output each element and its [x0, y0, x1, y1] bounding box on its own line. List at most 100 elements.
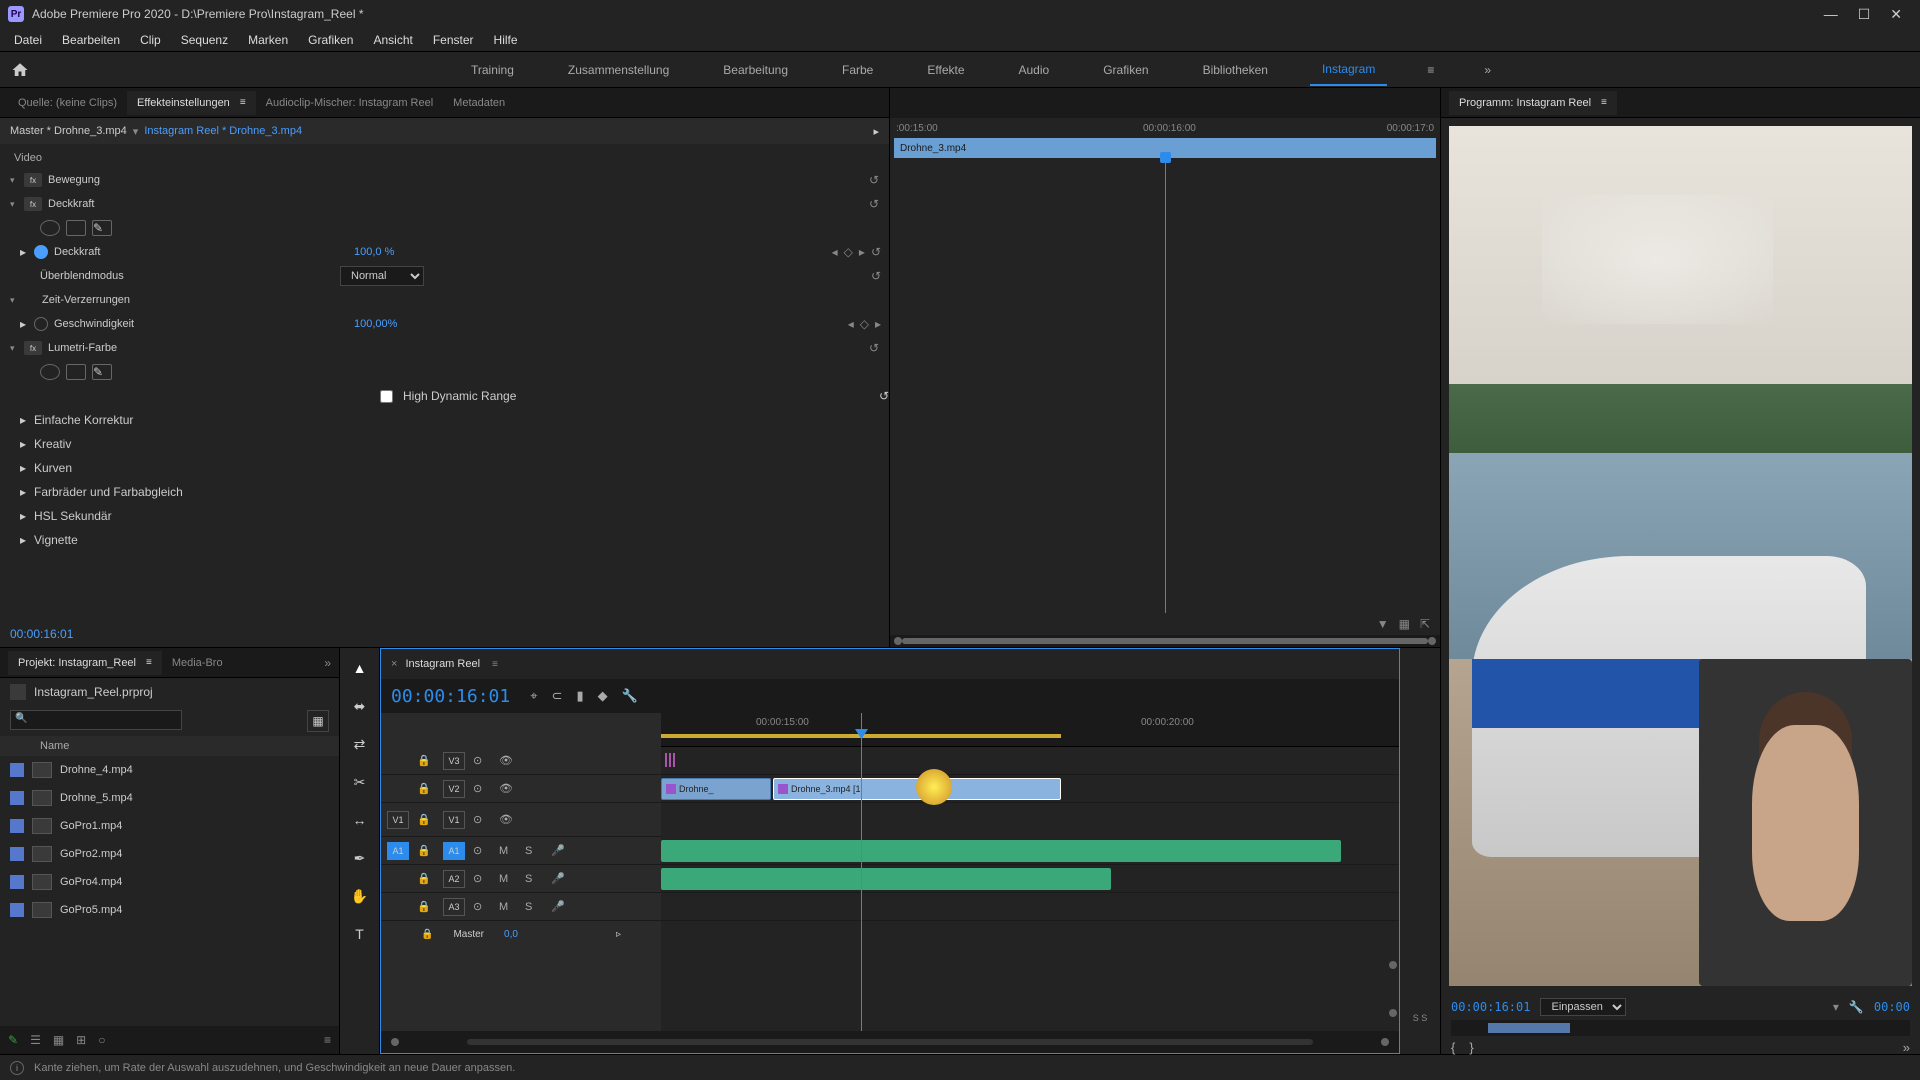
marker-add-icon[interactable]: ◆ — [598, 688, 608, 704]
scroll-handle-icon[interactable] — [1389, 1009, 1397, 1017]
type-tool[interactable]: T — [348, 922, 372, 946]
track-select-tool[interactable]: ⬌ — [348, 694, 372, 718]
workspace-bearbeitung[interactable]: Bearbeitung — [711, 55, 800, 85]
lock-icon[interactable]: 🔒 — [421, 929, 433, 940]
track-header-a2[interactable]: 🔒 A2 ⊙ M S 🎤 — [381, 865, 661, 893]
snap-icon[interactable]: ⌖ — [530, 688, 537, 704]
source-patch-a1[interactable]: A1 — [387, 842, 409, 860]
menu-ansicht[interactable]: Ansicht — [363, 30, 422, 50]
effect-zeit-verzerrungen[interactable]: Zeit-Verzerrungen — [42, 294, 130, 306]
track-v1[interactable] — [661, 803, 1399, 837]
lumetri-farbraeder[interactable]: Farbräder und Farbabgleich — [34, 485, 183, 499]
write-icon[interactable]: ✎ — [8, 1033, 18, 1047]
toggle-arrow-icon[interactable]: ▸ — [20, 461, 34, 475]
tab-effekteinstellungen[interactable]: Effekteinstellungen ≡ — [127, 91, 256, 115]
track-a2[interactable] — [661, 865, 1399, 893]
fx-badge-icon[interactable]: fx — [24, 173, 42, 187]
sync-lock-icon[interactable]: ⊙ — [473, 844, 491, 857]
panel-menu-icon[interactable]: ≡ — [1601, 97, 1607, 108]
timeline-zoom-bar[interactable] — [467, 1039, 1313, 1045]
lumetri-hsl[interactable]: HSL Sekundär — [34, 509, 112, 523]
toggle-arrow-icon[interactable]: ▸ — [20, 245, 34, 259]
master-clip-link[interactable]: Master * Drohne_3.mp4 — [10, 125, 127, 137]
lumetri-einfache-korrektur[interactable]: Einfache Korrektur — [34, 413, 133, 427]
dropdown-arrow-icon[interactable]: ▾ — [133, 125, 139, 138]
home-button[interactable] — [0, 52, 40, 88]
workspace-overflow-icon[interactable]: » — [1474, 63, 1501, 77]
track-a3[interactable] — [661, 893, 1399, 921]
fx-badge-icon[interactable]: fx — [24, 197, 42, 211]
slip-tool[interactable]: ↔ — [348, 808, 372, 832]
panel-menu-icon[interactable]: ≡ — [146, 657, 152, 668]
deckkraft-value[interactable]: 100,0 % — [354, 246, 394, 258]
workspace-bibliotheken[interactable]: Bibliotheken — [1191, 55, 1280, 85]
program-timecode[interactable]: 00:00:16:01 — [1451, 1000, 1530, 1014]
eye-icon[interactable]: 👁 — [499, 813, 517, 826]
track-target-v1[interactable]: V1 — [443, 811, 465, 829]
mark-in-icon[interactable]: { — [1451, 1040, 1455, 1055]
zoom-handle-icon[interactable] — [1381, 1038, 1389, 1046]
menu-bearbeiten[interactable]: Bearbeiten — [52, 30, 130, 50]
tab-audioclip-mischer[interactable]: Audioclip-Mischer: Instagram Reel — [256, 91, 444, 115]
razor-tool[interactable]: ✂ — [348, 770, 372, 794]
track-target-v3[interactable]: V3 — [443, 752, 465, 770]
project-item[interactable]: Drohne_4.mp4 — [0, 756, 339, 784]
toggle-arrow-icon[interactable]: ▸ — [20, 317, 34, 331]
pen-mask-icon[interactable]: ✎ — [92, 364, 112, 380]
reset-icon[interactable]: ↺ — [869, 173, 879, 187]
sync-lock-icon[interactable]: ⊙ — [473, 813, 491, 826]
workspace-effekte[interactable]: Effekte — [915, 55, 976, 85]
zoom-slider-icon[interactable]: ○ — [98, 1033, 105, 1047]
tab-projekt[interactable]: Projekt: Instagram_Reel ≡ — [8, 651, 162, 675]
mute-icon[interactable]: M — [499, 873, 517, 885]
settings-icon[interactable]: ≡ — [324, 1033, 331, 1047]
reset-icon[interactable]: ↺ — [869, 197, 879, 211]
stopwatch-icon[interactable] — [34, 317, 48, 331]
menu-fenster[interactable]: Fenster — [423, 30, 484, 50]
prev-keyframe-icon[interactable]: ◂ — [848, 317, 854, 331]
linked-selection-icon[interactable]: ⊂ — [552, 688, 563, 704]
track-v3[interactable] — [661, 747, 1399, 775]
reset-icon[interactable]: ↺ — [869, 341, 879, 355]
project-search-input[interactable] — [10, 710, 182, 730]
icon-view-icon[interactable]: ▦ — [53, 1033, 64, 1047]
timeline-timecode[interactable]: 00:00:16:01 — [391, 686, 510, 707]
master-volume-value[interactable]: 0,0 — [504, 929, 518, 940]
list-view-icon[interactable]: ☰ — [30, 1033, 41, 1047]
transport-overflow-icon[interactable]: » — [1903, 1040, 1910, 1055]
menu-datei[interactable]: Datei — [4, 30, 52, 50]
toggle-arrow-icon[interactable]: ▸ — [20, 485, 34, 499]
play-toggle-icon[interactable]: ▸ — [873, 125, 879, 138]
timeline-ruler[interactable]: 00:00:15:00 00:00:20:00 — [661, 713, 1399, 747]
tab-media-browser[interactable]: Media-Bro — [162, 651, 233, 675]
workspace-grafiken[interactable]: Grafiken — [1091, 55, 1160, 85]
menu-marken[interactable]: Marken — [238, 30, 298, 50]
toggle-arrow-icon[interactable]: ▸ — [20, 509, 34, 523]
track-target-a3[interactable]: A3 — [443, 898, 465, 916]
track-header-v2[interactable]: 🔒 V2 ⊙ 👁 — [381, 775, 661, 803]
workspace-zusammenstellung[interactable]: Zusammenstellung — [556, 55, 681, 85]
workspace-instagram[interactable]: Instagram — [1310, 54, 1387, 86]
scroll-handle-icon[interactable] — [1389, 961, 1397, 969]
hdr-checkbox[interactable] — [380, 390, 393, 403]
pen-mask-icon[interactable]: ✎ — [92, 220, 112, 236]
lumetri-kreativ[interactable]: Kreativ — [34, 437, 71, 451]
stopwatch-icon[interactable] — [34, 245, 48, 259]
effect-lumetri-farbe[interactable]: Lumetri-Farbe — [48, 342, 117, 354]
prev-keyframe-icon[interactable]: ◂ — [832, 245, 838, 259]
effect-panel-timecode[interactable]: 00:00:16:01 — [0, 621, 889, 647]
toggle-arrow-icon[interactable]: ▸ — [20, 437, 34, 451]
freeform-view-icon[interactable]: ⊞ — [76, 1033, 86, 1047]
toggle-arrow-icon[interactable]: ▾ — [10, 175, 24, 186]
next-keyframe-icon[interactable]: ▸ — [859, 245, 865, 259]
mini-playhead[interactable] — [1165, 158, 1166, 613]
tab-programm[interactable]: Programm: Instagram Reel ≡ — [1449, 91, 1617, 115]
fx-badge-icon[interactable]: fx — [24, 341, 42, 355]
mark-out-icon[interactable]: } — [1469, 1040, 1473, 1055]
pen-tool[interactable]: ✒ — [348, 846, 372, 870]
tab-metadaten[interactable]: Metadaten — [443, 91, 515, 115]
master-track-header[interactable]: 🔒 Master 0,0 ▹ — [381, 921, 661, 947]
toggle-arrow-icon[interactable]: ▸ — [20, 413, 34, 427]
lock-icon[interactable]: 🔒 — [417, 754, 435, 767]
zoom-handle-icon[interactable] — [391, 1038, 399, 1046]
